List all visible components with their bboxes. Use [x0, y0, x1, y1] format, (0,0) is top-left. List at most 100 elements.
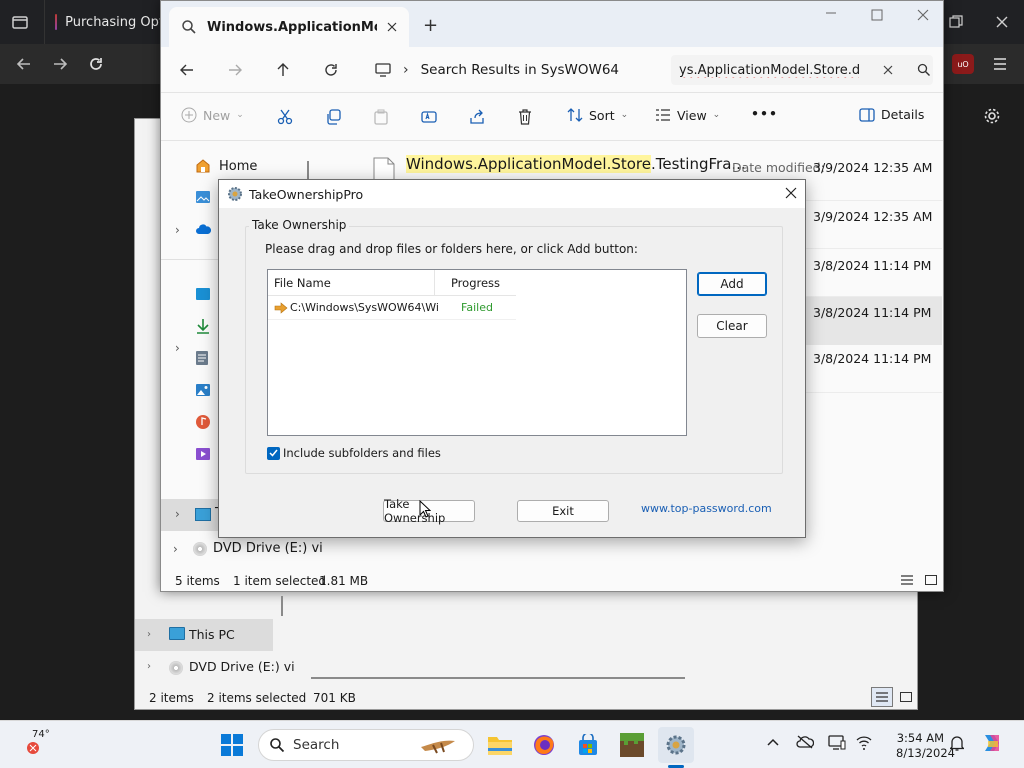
search-highlight-icon — [421, 740, 456, 754]
notification-bell-icon[interactable] — [950, 735, 964, 751]
cut-icon[interactable] — [277, 109, 293, 125]
arrow-right-icon — [274, 301, 288, 314]
back-nav-dvd[interactable]: › DVD Drive (E:) vi — [135, 651, 295, 683]
search-placeholder: Search — [293, 737, 340, 753]
search-input[interactable]: ys.ApplicationModel.Store.dll — [679, 63, 859, 78]
tab-actions-icon[interactable] — [8, 10, 32, 34]
nav-item-home[interactable]: Home — [195, 158, 257, 174]
weather-temp: 74° — [32, 729, 50, 740]
new-tab-button[interactable]: + — [423, 15, 438, 36]
include-subfolders-checkbox[interactable]: Include subfolders and files — [267, 446, 441, 460]
clear-button[interactable]: Clear — [697, 314, 767, 338]
refresh-icon[interactable] — [323, 62, 339, 78]
status-size: 701 KB — [313, 691, 356, 705]
details-pane-button[interactable]: Details — [859, 107, 924, 122]
new-button[interactable]: New ⌄ — [181, 107, 244, 123]
dialog-titlebar: TakeOwnershipPro — [219, 180, 805, 208]
add-button[interactable]: Add — [697, 272, 767, 296]
download-icon — [197, 319, 209, 334]
close-icon[interactable] — [785, 187, 797, 199]
settings-gear-icon[interactable] — [980, 104, 1004, 128]
back-nav-this-pc[interactable]: › This PC — [135, 619, 273, 651]
browser-tab[interactable]: Purchasing Opt — [44, 0, 164, 44]
restore-window-icon[interactable] — [944, 10, 968, 34]
instruction-text: Please drag and drop files or folders he… — [265, 242, 638, 256]
copy-icon[interactable] — [325, 109, 341, 125]
chevron-right-icon[interactable]: › — [403, 62, 409, 78]
forward-icon[interactable] — [48, 52, 72, 76]
group-label: Take Ownership — [249, 218, 350, 232]
display-icon[interactable] — [828, 735, 846, 751]
rename-icon[interactable] — [421, 109, 437, 125]
address-bar[interactable]: › Search Results in SysWOW64 — [367, 55, 663, 85]
column-file-name[interactable]: File Name — [268, 270, 435, 296]
sort-button[interactable]: Sort ⌄ — [567, 107, 628, 123]
paste-icon[interactable] — [373, 109, 389, 125]
taskbar-store[interactable] — [570, 727, 606, 763]
chevron-right-icon[interactable]: › — [147, 661, 151, 672]
clock-date: 8/13/2024 — [896, 746, 955, 760]
extension-icon[interactable]: uO — [952, 54, 974, 74]
checkbox-checked-icon[interactable] — [267, 446, 280, 460]
search-icon — [182, 20, 196, 34]
website-link[interactable]: www.top-password.com — [641, 502, 772, 515]
column-progress[interactable]: Progress — [435, 270, 516, 296]
table-row[interactable]: C:\Windows\SysWOW64\Win Failed — [268, 296, 516, 320]
close-tab-icon[interactable] — [387, 22, 397, 32]
delete-icon[interactable] — [517, 109, 533, 125]
taskbar-search[interactable]: Search — [258, 729, 474, 761]
search-box[interactable]: ys.ApplicationModel.Store.dll — [671, 55, 933, 85]
chevron-right-icon[interactable]: › — [175, 341, 180, 355]
mouse-cursor-icon — [419, 500, 431, 518]
cloud-offline-icon[interactable] — [796, 735, 814, 749]
nav-item-dvd[interactable]: › DVD Drive (E:) vi — [173, 541, 323, 556]
close-icon[interactable] — [917, 9, 929, 21]
search-icon[interactable] — [917, 63, 931, 77]
minimize-icon[interactable] — [825, 7, 837, 19]
dvd-drive-icon — [169, 661, 183, 675]
up-icon[interactable] — [275, 62, 291, 78]
exit-button[interactable]: Exit — [517, 500, 609, 522]
weather-widget[interactable]: 74° — [22, 729, 66, 761]
details-view-icon[interactable] — [871, 687, 893, 707]
menu-icon[interactable] — [988, 52, 1012, 76]
onedrive-cloud-icon — [196, 223, 211, 234]
start-button[interactable] — [214, 727, 250, 763]
taskbar-minecraft[interactable] — [614, 727, 650, 763]
system-clock[interactable]: 3:54 AM 8/13/2024 — [896, 731, 955, 761]
file-list[interactable]: File Name Progress C:\Windows\SysWOW64\W… — [267, 269, 687, 436]
date-modified: 3/8/2024 11:14 PM — [813, 258, 932, 273]
details-view-icon[interactable] — [897, 571, 917, 589]
share-icon[interactable] — [469, 109, 485, 125]
chevron-right-icon[interactable]: › — [175, 507, 180, 521]
network-icon[interactable] — [856, 735, 872, 751]
chevron-right-icon[interactable]: › — [173, 542, 187, 556]
forward-icon[interactable] — [227, 62, 243, 78]
reload-icon[interactable] — [84, 52, 108, 76]
chevron-right-icon[interactable]: › — [175, 223, 180, 237]
chevron-right-icon[interactable]: › — [147, 629, 151, 640]
taskbar-firefox[interactable] — [526, 727, 562, 763]
scrollbar[interactable] — [281, 596, 283, 616]
taskbar-takeownershippro[interactable] — [658, 727, 694, 763]
nav-item-this-pc[interactable]: › T — [161, 499, 223, 531]
show-hidden-icons-chevron-up-icon[interactable] — [766, 737, 780, 747]
copilot-icon[interactable] — [980, 731, 1004, 755]
maximize-icon[interactable] — [871, 9, 883, 21]
tiles-view-icon[interactable] — [895, 687, 917, 707]
view-label: View — [677, 107, 707, 123]
clear-search-icon[interactable] — [883, 65, 893, 75]
date-modified: 3/9/2024 12:35 AM — [813, 209, 933, 224]
back-icon[interactable] — [12, 52, 36, 76]
back-icon[interactable] — [179, 62, 195, 78]
more-options-button[interactable]: ••• — [751, 106, 778, 121]
tiles-view-icon[interactable] — [921, 571, 941, 589]
status-selected: 1 item selected — [233, 574, 327, 588]
taskbar-file-explorer[interactable] — [482, 727, 518, 763]
list-header: File Name Progress — [268, 270, 516, 296]
details-pane-icon — [859, 107, 875, 122]
view-button[interactable]: View ⌄ — [655, 107, 720, 123]
horizontal-scrollbar[interactable] — [311, 677, 685, 679]
close-window-icon[interactable] — [990, 10, 1014, 34]
explorer-tab[interactable]: Windows.ApplicationModel.St — [169, 7, 409, 47]
